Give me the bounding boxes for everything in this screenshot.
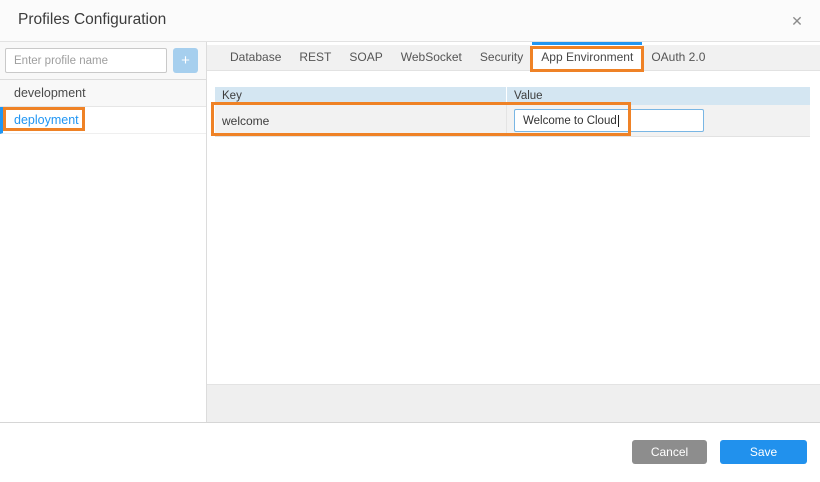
tab-database[interactable]: Database <box>221 42 290 70</box>
tab-oauth-2-0[interactable]: OAuth 2.0 <box>642 42 714 70</box>
sidebar-item-development[interactable]: development <box>0 80 206 107</box>
table-body: welcome Welcome to Cloud <box>215 105 810 137</box>
dialog-footer: Cancel Save <box>0 423 820 482</box>
column-header-key: Key <box>215 87 506 105</box>
value-input-text: Welcome to Cloud <box>523 115 617 127</box>
tab-label: App Environment <box>541 50 633 64</box>
profile-list: development deployment <box>0 80 206 134</box>
sidebar-item-deployment[interactable]: deployment <box>0 107 206 134</box>
cancel-button[interactable]: Cancel <box>632 440 707 464</box>
profile-name-label: development <box>14 86 86 100</box>
env-variables-table: KeyValue welcome Welcome to Cloud <box>215 87 810 137</box>
value-input[interactable]: Welcome to Cloud <box>514 109 704 132</box>
tab-label: WebSocket <box>401 50 462 64</box>
tab-bar: Database REST SOAP WebSocket Security App Env… <box>207 42 820 71</box>
profile-content: Database REST SOAP WebSocket Security App Env… <box>207 42 820 422</box>
profile-create-row: + <box>0 42 206 80</box>
profile-name-label: deployment <box>14 113 79 127</box>
save-button[interactable]: Save <box>720 440 807 464</box>
table-header-row: KeyValue <box>215 87 810 105</box>
tab-label: SOAP <box>349 50 382 64</box>
tab-label: REST <box>299 50 331 64</box>
panel-footer-strip <box>207 384 820 422</box>
tab-label: Security <box>480 50 523 64</box>
close-icon[interactable]: ✕ <box>786 10 808 32</box>
text-caret <box>618 115 619 127</box>
dialog-title: Profiles Configuration <box>18 11 166 29</box>
tab-security[interactable]: Security <box>471 42 532 70</box>
tab-app-environment[interactable]: App Environment <box>532 42 642 70</box>
tab-label: OAuth 2.0 <box>651 50 705 64</box>
tab-label: Database <box>230 50 281 64</box>
profiles-sidebar: + development deployment <box>0 42 207 422</box>
tab-soap[interactable]: SOAP <box>340 42 391 70</box>
table-row: welcome Welcome to Cloud <box>215 105 810 137</box>
column-header-value: Value <box>506 87 810 105</box>
add-profile-button[interactable]: + <box>173 48 198 73</box>
dialog-header: Profiles Configuration ✕ <box>0 0 820 42</box>
dialog-body: + development deployment Database REST SOAP… <box>0 42 820 423</box>
key-cell: welcome <box>215 114 506 128</box>
value-cell: Welcome to Cloud <box>506 105 810 136</box>
profiles-configuration-dialog: Profiles Configuration ✕ + developmentde… <box>0 0 820 482</box>
app-environment-panel: KeyValue welcome Welcome to Cloud <box>207 71 820 384</box>
tab-rest[interactable]: REST <box>290 42 340 70</box>
tab-websocket[interactable]: WebSocket <box>392 42 471 70</box>
profile-name-input[interactable] <box>5 48 167 73</box>
